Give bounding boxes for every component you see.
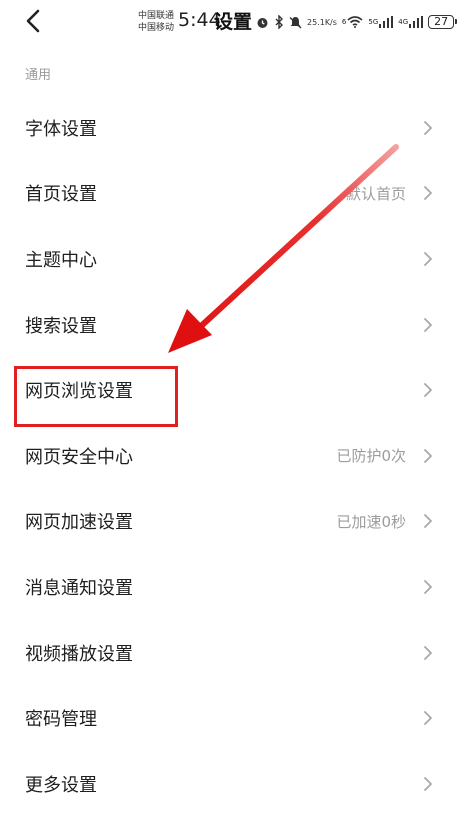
item-label: 网页浏览设置 (25, 381, 133, 403)
signal-5g-icon: 5G (368, 16, 394, 28)
net-speed: 25.1 K/s (307, 18, 337, 27)
chevron-right-icon (424, 514, 432, 529)
chevron-right-icon (424, 383, 432, 398)
settings-item-notifications[interactable]: 消息通知设置 (0, 554, 458, 620)
settings-item-web-security[interactable]: 网页安全中心 已防护0次 (0, 423, 458, 489)
status-title-bar: 中国联通 中国移动 5:44 设置 25.1 K/s 6 5G 4G 27 (0, 0, 458, 44)
item-label: 密码管理 (25, 709, 97, 731)
chevron-right-icon (424, 186, 432, 201)
carrier-1: 中国联通 (138, 11, 175, 21)
alarm-icon (256, 16, 269, 29)
signal-5g-tag: 5G (368, 18, 379, 26)
section-label-general: 通用 (25, 68, 52, 83)
page-title: 设置 (214, 11, 253, 33)
carrier-names: 中国联通 中国移动 (138, 10, 174, 34)
chevron-right-icon (424, 317, 432, 332)
item-label: 更多设置 (25, 774, 97, 796)
item-label: 视频播放设置 (25, 643, 133, 665)
chevron-right-icon (424, 580, 432, 594)
item-value: 已加速0秒 (336, 512, 406, 531)
signal-4g-tag: 4G (398, 18, 409, 26)
wifi-icon: 6 (342, 16, 363, 28)
mute-icon (289, 16, 302, 29)
back-button[interactable] (18, 6, 48, 36)
battery-icon: 27 (428, 15, 458, 29)
carrier-2: 中国移动 (138, 23, 175, 33)
settings-screen: 中国联通 中国移动 5:44 设置 25.1 K/s 6 5G 4G 27 通用… (0, 0, 458, 820)
battery-level: 27 (428, 15, 458, 29)
settings-item-homepage[interactable]: 首页设置 默认首页 (0, 161, 458, 227)
settings-list: 字体设置 首页设置 默认首页 主题中心 搜索设置 网页浏览设置 网页安全中心 已… (0, 95, 458, 817)
item-label: 消息通知设置 (25, 577, 133, 599)
item-label: 首页设置 (25, 184, 97, 206)
item-label: 网页加速设置 (25, 512, 133, 534)
signal-4g-icon: 4G (398, 16, 424, 28)
wifi-tag: 6 (341, 18, 347, 26)
chevron-right-icon (424, 120, 432, 135)
chevron-right-icon (424, 711, 432, 726)
chevron-right-icon (424, 645, 432, 660)
settings-item-web-acceleration[interactable]: 网页加速设置 已加速0秒 (0, 489, 458, 555)
settings-item-web-browsing[interactable]: 网页浏览设置 (0, 357, 458, 423)
settings-item-password-manager[interactable]: 密码管理 (0, 685, 458, 751)
item-value: 已防护0次 (336, 447, 406, 466)
item-label: 字体设置 (25, 118, 97, 140)
settings-item-font[interactable]: 字体设置 (0, 95, 458, 161)
item-label: 搜索设置 (25, 315, 97, 337)
settings-item-search[interactable]: 搜索设置 (0, 292, 458, 358)
item-value: 默认首页 (345, 184, 406, 203)
status-icons: 25.1 K/s 6 5G 4G 27 (256, 12, 458, 32)
settings-item-theme-center[interactable]: 主题中心 (0, 226, 458, 292)
net-speed-unit: K/s (324, 17, 337, 27)
chevron-right-icon (424, 776, 432, 791)
item-label: 网页安全中心 (25, 446, 133, 468)
chevron-right-icon (424, 252, 432, 266)
settings-item-video-playback[interactable]: 视频播放设置 (0, 620, 458, 686)
item-label: 主题中心 (25, 249, 97, 271)
net-speed-value: 25.1 (307, 17, 325, 27)
settings-item-more[interactable]: 更多设置 (0, 751, 458, 817)
chevron-right-icon (424, 448, 432, 463)
chevron-left-icon (26, 9, 40, 33)
bluetooth-icon (274, 15, 284, 29)
